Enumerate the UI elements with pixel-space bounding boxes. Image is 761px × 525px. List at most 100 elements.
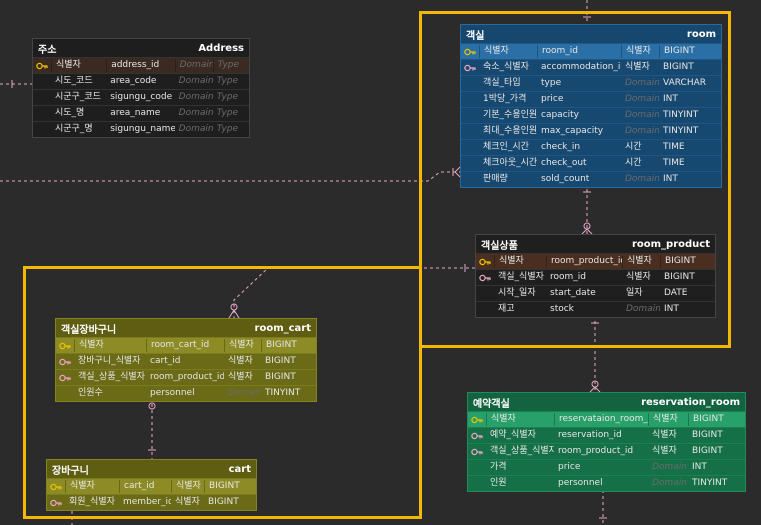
column-domain: Domain [625,94,659,104]
column-domain: Domain [652,462,687,472]
table-row[interactable]: 장바구니_식별자 cart_id 식별자 BIGINT [56,353,316,369]
column-name: area_code [110,76,157,86]
table-row[interactable]: 객실_타입 type Domain VARCHAR [461,75,721,91]
column-type: TIME [663,158,685,168]
column-name: capacity [541,110,579,120]
table-row[interactable]: 최대_수용인원 max_capacity Domain TINYINT [461,123,721,139]
table-row[interactable]: 시도_명 area_name Domain Type [33,105,249,121]
foreign-key-icon [468,432,486,440]
column-label: 예약_식별자 [490,430,536,440]
table-label: 객실장바구니 [61,324,117,336]
table-row[interactable]: 식별자 cart_id 식별자 BIGINT [47,478,256,494]
foreign-key-icon [461,64,479,72]
table-label: 객실상품 [481,240,518,252]
column-domain: 식별자 [171,480,204,493]
primary-key-icon [461,48,479,56]
table-address[interactable]: 주소 Address 식별자 address_id Domain Type 시도_코드 are… [32,38,250,138]
column-name: member_id [123,497,171,507]
table-label: 주소 [38,44,57,56]
column-name: reservataion_room_id [554,413,648,426]
table-header[interactable]: 장바구니 cart [47,460,256,478]
column-label: 기본_수용인원 [483,110,537,120]
column-name: check_in [541,142,581,152]
column-name: sigungu_code [110,92,173,102]
column-type: INT [692,462,707,472]
table-row[interactable]: 가격 price Domain INT [468,459,745,475]
table-row[interactable]: 객실_상품_식별자 room_product_id 식별자 BIGINT [468,443,745,459]
column-type: Type [216,108,239,118]
column-label: 1박당_가격 [483,94,527,104]
table-name: room [686,28,716,40]
column-name: max_capacity [541,126,604,136]
column-type: TINYINT [663,126,699,136]
table-row[interactable]: 1박당_가격 price Domain INT [461,91,721,107]
table-row[interactable]: 식별자 room_cart_id 식별자 BIGINT [56,337,316,353]
table-row[interactable]: 기본_수용인원 capacity Domain TINYINT [461,107,721,123]
table-header[interactable]: 예약객실 reservation_room [468,393,745,411]
table-room[interactable]: 객실 room 식별자 room_id 식별자 BIGINT 숙소_식별자 accommoda… [460,24,722,188]
table-room-cart[interactable]: 객실장바구니 room_cart 식별자 room_cart_id 식별자 BIGINT 장… [55,318,317,402]
column-domain: 식별자 [621,45,659,58]
column-name: type [541,78,562,88]
column-label: 시작_일자 [498,288,536,298]
table-row[interactable]: 인원수 personnel Domain TINYINT [56,385,316,401]
column-type: Type [216,124,239,134]
table-row[interactable]: 객실_식별자 room_id 식별자 BIGINT [476,269,715,285]
table-row[interactable]: 체크인_시간 check_in 시간 TIME [461,139,721,155]
table-row[interactable]: 시도_코드 area_code Domain Type [33,73,249,89]
table-room-product[interactable]: 객실상품 room_product 식별자 room_product_id 식별자 BIG… [475,234,716,318]
column-type: BIGINT [265,356,296,366]
column-type: INT [664,304,679,314]
column-label: 인원 [490,478,507,488]
foreign-key-icon [468,448,486,456]
table-header[interactable]: 주소 Address [33,39,249,57]
table-label: 객실 [466,30,485,42]
column-type: BIGINT [265,372,296,382]
column-type: BIGINT [204,480,250,493]
table-header[interactable]: 객실상품 room_product [476,235,715,253]
column-label: 객실_타입 [483,78,521,88]
table-header[interactable]: 객실 room [461,25,721,43]
column-domain: Domain [626,304,660,314]
column-label: 객실_상품_식별자 [78,372,145,382]
table-row[interactable]: 식별자 reservataion_room_id 식별자 BIGINT [468,411,745,427]
table-row[interactable]: 재고 stock Domain INT [476,301,715,317]
table-name: room_cart [254,322,311,334]
column-domain: Domain [625,78,659,88]
column-name: room_id [550,272,586,282]
column-name: room_product_id [546,255,622,268]
table-row[interactable]: 인원 personnel Domain TINYINT [468,475,745,491]
table-row[interactable]: 객실_상품_식별자 room_product_id 식별자 BIGINT [56,369,316,385]
column-type: BIGINT [692,446,723,456]
table-row[interactable]: 판매량 sold_count Domain INT [461,171,721,187]
table-row[interactable]: 식별자 room_product_id 식별자 BIGINT [476,253,715,269]
column-domain: Domain [652,478,687,488]
table-name: reservation_room [641,396,740,408]
table-header[interactable]: 객실장바구니 room_cart [56,319,316,337]
column-type: Type [216,92,239,102]
table-reservation-room[interactable]: 예약객실 reservation_room 식별자 reservataion_room… [467,392,746,492]
table-row[interactable]: 예약_식별자 reservation_id 식별자 BIGINT [468,427,745,443]
table-row[interactable]: 체크아웃_시간 check_out 시간 TIME [461,155,721,171]
column-domain: 식별자 [652,446,677,456]
column-label: 식별자 [74,339,146,352]
table-row[interactable]: 식별자 room_id 식별자 BIGINT [461,43,721,59]
table-row[interactable]: 시작_일자 start_date 일자 DATE [476,285,715,301]
table-row[interactable]: 숙소_식별자 accommodation_id 식별자 BIGINT [461,59,721,75]
column-type: INT [663,94,678,104]
table-row[interactable]: 시군구_코드 sigungu_code Domain Type [33,89,249,105]
table-row[interactable]: 식별자 address_id Domain Type [33,57,249,73]
column-label: 식별자 [51,59,106,72]
table-row[interactable]: 회원_식별자 member_id 식별자 BIGINT [47,494,256,510]
column-label: 가격 [490,462,507,472]
column-type: BIGINT [692,430,723,440]
column-label: 체크아웃_시간 [483,158,537,168]
foreign-key-icon [47,499,65,507]
column-domain: 식별자 [224,339,261,352]
foreign-key-icon [476,274,494,282]
column-name: personnel [150,388,195,398]
primary-key-icon [476,258,494,266]
table-cart[interactable]: 장바구니 cart 식별자 cart_id 식별자 BIGINT 회원_식별자 member_… [46,459,257,511]
table-name: Address [198,42,244,54]
table-row[interactable]: 시군구_명 sigungu_name Domain Type [33,121,249,137]
